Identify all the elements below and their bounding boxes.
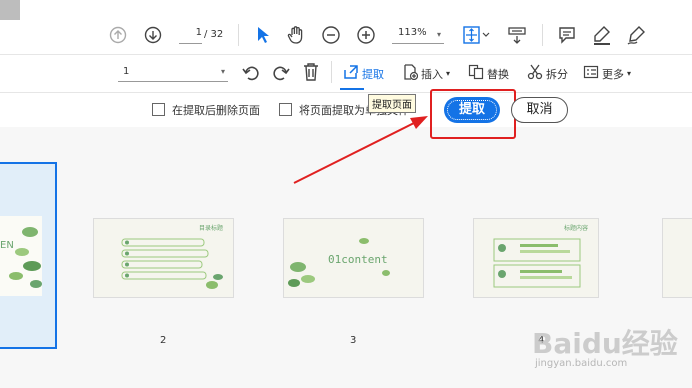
extract-button[interactable]: 提取 <box>444 97 500 123</box>
extract-tooltip: 提取页面 <box>368 94 416 113</box>
annotation-arrow <box>293 116 428 184</box>
cancel-button[interactable]: 取消 <box>511 97 568 123</box>
